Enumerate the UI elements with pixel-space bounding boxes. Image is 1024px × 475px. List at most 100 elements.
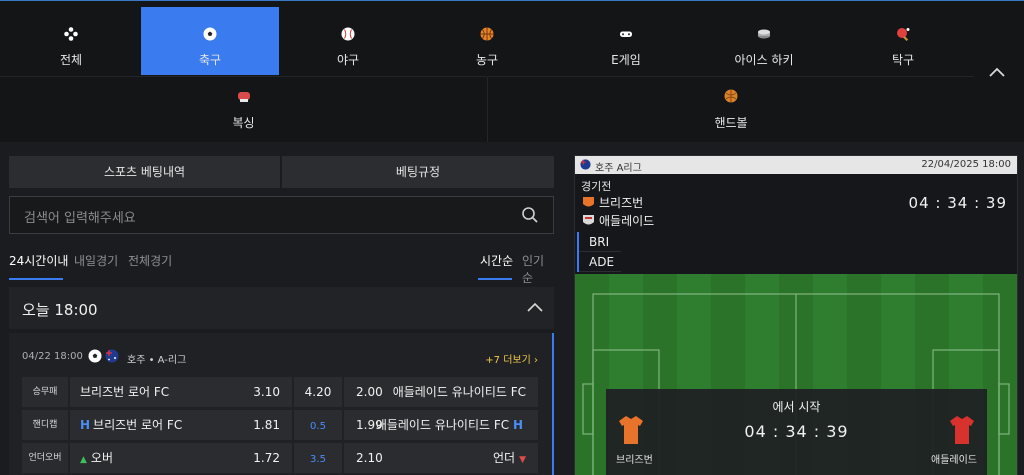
nav-label-baseball: 야구: [336, 53, 360, 67]
over-button[interactable]: ▲ 오버 1.72: [70, 443, 292, 473]
search-input[interactable]: 검색어 입력해주세요: [9, 196, 554, 234]
kickoff-countdown: 04 : 34 : 39: [744, 422, 849, 441]
tab-betting-history[interactable]: 스포츠 베팅내역: [9, 156, 280, 188]
live-away-team: 애들레이드: [583, 212, 654, 229]
nav-label-table-tennis: 탁구: [891, 53, 915, 67]
boxing-glove-icon: [238, 92, 250, 102]
handicap-badge: H: [80, 418, 91, 432]
basketball-icon: [480, 27, 494, 41]
all-sports-icon: [64, 27, 78, 41]
sort-time[interactable]: 시간순: [480, 252, 513, 269]
market-row: 핸디캡 H 브리즈번 로어 FC 1.81 0.5 1.99 애들레이드 유나이티…: [22, 410, 538, 440]
over-odds: 1.72: [253, 451, 280, 465]
nav-label-basketball: 농구: [475, 53, 499, 67]
match-datetime: 04/22 18:00: [22, 351, 83, 362]
time-group-title: 오늘 18:00: [22, 301, 98, 319]
australia-flag-icon: [105, 349, 119, 363]
live-home-team: 브리즈번: [583, 194, 643, 211]
nav-item-boxing[interactable]: 복싱: [0, 76, 487, 142]
match-card: 04/22 18:00 호주 • A-리그 +7 더보기 › 승무패 브리즈번 …: [9, 333, 554, 475]
handicap-line: 0.5: [294, 410, 342, 440]
handball-icon: [724, 89, 738, 103]
match-league: 호주 • A-리그: [127, 355, 187, 366]
market-label: 언더오버: [22, 443, 68, 473]
total-line: 3.5: [294, 443, 342, 473]
sort-popular[interactable]: 인기순: [522, 252, 554, 286]
countdown-clock: 04 : 34 : 39: [908, 194, 1007, 212]
esports-gamepad-icon: [620, 31, 632, 37]
odds-draw-button[interactable]: 4.20: [294, 377, 342, 407]
market-label: 승무패: [22, 377, 68, 407]
nav-label-all: 전체: [59, 53, 83, 67]
draw-odds: 4.20: [304, 385, 332, 399]
table-tennis-icon: [897, 28, 910, 41]
nav-label-soccer: 축구: [198, 53, 222, 67]
over-label: 오버: [90, 451, 114, 465]
tab-betting-rules[interactable]: 베팅규정: [282, 156, 554, 188]
time-group-header[interactable]: 오늘 18:00: [9, 287, 554, 329]
handicap-value: 0.5: [310, 421, 326, 432]
live-match-panel: 호주 A리그 22/04/2025 18:00 경기전 브리즈번 애들레이드 0…: [574, 155, 1018, 475]
nav-item-esports[interactable]: E게임: [557, 7, 695, 75]
handicap-home-button[interactable]: H 브리즈번 로어 FC 1.81: [70, 410, 292, 440]
market-label: 핸디캡: [22, 410, 68, 440]
home-jersey-icon: [619, 416, 643, 444]
away-jersey-icon: [950, 416, 974, 444]
filter-24h[interactable]: 24시간이내: [9, 252, 68, 269]
home-team-name: 브리즈번 로어 FC: [80, 385, 170, 399]
nav-item-ice-hockey[interactable]: 아이스 하키: [695, 7, 833, 75]
nav-label-boxing: 복싱: [232, 116, 255, 130]
sort-time-underline: [478, 278, 512, 280]
filter-bar: 24시간이내 내일경기 전체경기 시간순 인기순: [9, 245, 554, 285]
chevron-up-icon[interactable]: [526, 301, 544, 313]
away-team-name: 애들레이드 유나이티드 FC: [392, 385, 526, 399]
handicap-badge: H: [512, 418, 523, 432]
match-state: 경기전: [581, 180, 612, 193]
home-abbr: BRI: [579, 232, 621, 252]
kickoff-overlay: 에서 시작 04 : 34 : 39 브리즈번 애들레이드: [606, 389, 987, 475]
overlay-away-name: 애들레이드: [931, 455, 977, 466]
filter-all[interactable]: 전체경기: [128, 252, 172, 269]
nav-label-handball: 핸드볼: [714, 116, 748, 130]
under-button[interactable]: 2.10 언더 ▼: [344, 443, 538, 473]
filter-24h-underline: [9, 278, 63, 280]
odds-away-button[interactable]: 2.00 애들레이드 유나이티드 FC: [344, 377, 538, 407]
team-abbreviations: BRI ADE: [577, 232, 621, 272]
nav-item-handball[interactable]: 핸드볼: [488, 76, 974, 142]
collapse-nav-button[interactable]: [987, 65, 1007, 81]
live-away-name: 애들레이드: [599, 214, 655, 228]
nav-item-table-tennis[interactable]: 탁구: [834, 7, 972, 75]
search-icon[interactable]: [521, 206, 539, 224]
live-home-name: 브리즈번: [599, 196, 644, 210]
odds-home-button[interactable]: 브리즈번 로어 FC 3.10: [70, 377, 292, 407]
soccer-ball-icon: [88, 349, 102, 363]
away-odds: 2.00: [356, 385, 383, 399]
nav-item-baseball[interactable]: 야구: [279, 7, 417, 75]
arrow-down-icon: ▼: [519, 455, 526, 465]
under-label: 언더: [492, 451, 516, 465]
nav-label-esports: E게임: [611, 53, 641, 67]
more-markets-link[interactable]: +7 더보기 ›: [485, 351, 538, 366]
home-team-name: 브리즈번 로어 FC: [93, 418, 183, 432]
filter-tomorrow[interactable]: 내일경기: [74, 252, 118, 269]
under-odds: 2.10: [356, 451, 383, 465]
search-placeholder: 검색어 입력해주세요: [24, 211, 136, 226]
arrow-up-icon: ▲: [80, 455, 87, 465]
total-value: 3.5: [310, 454, 326, 465]
brisbane-badge-icon: [583, 197, 594, 207]
away-team-name: 애들레이드 유나이티드 FC: [375, 418, 510, 432]
bet-tabs: 스포츠 베팅내역 베팅규정: [9, 156, 554, 188]
nav-item-basketball[interactable]: 농구: [418, 7, 556, 75]
market-row: 언더오버 ▲ 오버 1.72 3.5 2.10 언더 ▼: [22, 443, 538, 473]
overlay-home-name: 브리즈번: [616, 455, 653, 466]
nav-item-soccer[interactable]: 축구: [141, 7, 279, 75]
live-league: 호주 A리그: [595, 163, 642, 174]
sports-nav: 전체 축구 야구 농구 E게임 아이스 하키 탁구 복싱 핸드볼: [0, 1, 1024, 142]
hockey-puck-icon: [758, 29, 770, 39]
kickoff-title: 에서 시작: [772, 400, 821, 414]
nav-item-all[interactable]: 전체: [2, 7, 140, 75]
handicap-away-button[interactable]: 1.99 애들레이드 유나이티드 FC H: [344, 410, 538, 440]
live-date: 22/04/2025 18:00: [921, 159, 1011, 170]
home-odds: 1.81: [253, 418, 280, 432]
adelaide-badge-icon: [583, 215, 594, 225]
